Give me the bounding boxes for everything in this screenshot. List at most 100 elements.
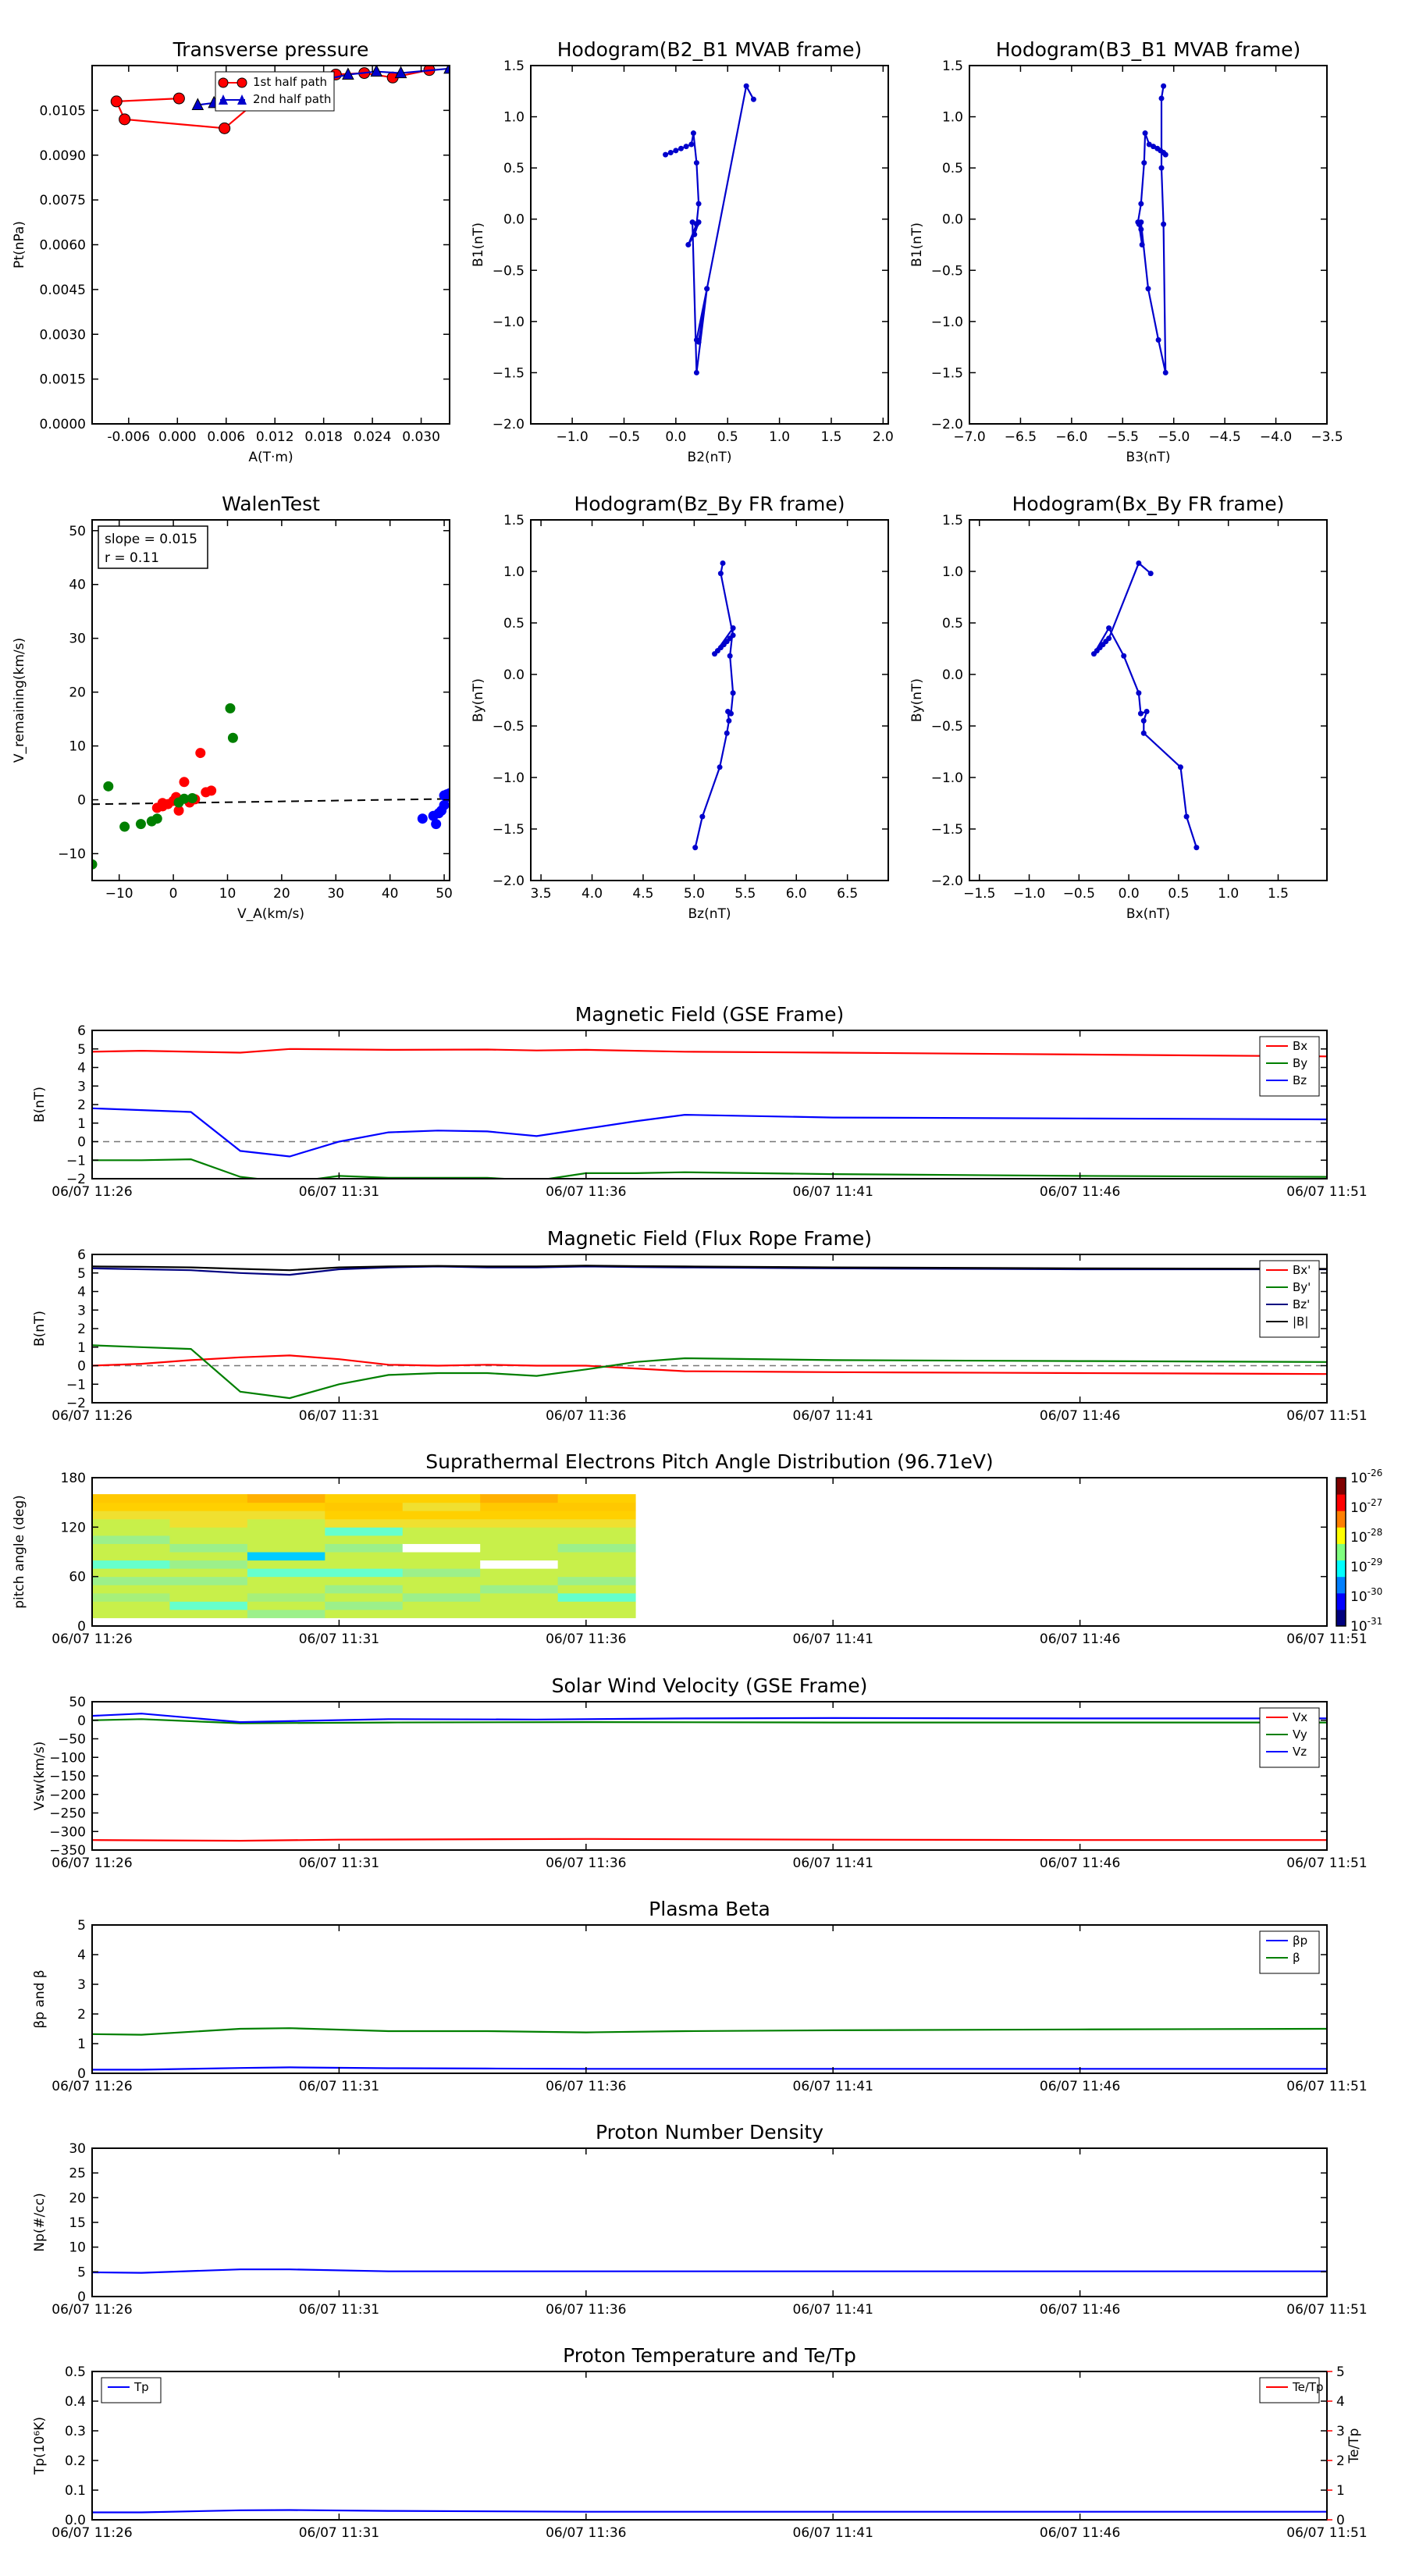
x-tick-label: 06/07 11:51	[1286, 2079, 1367, 2094]
series-bz	[92, 1107, 1327, 1158]
y-tick-label: −1	[66, 1377, 86, 1393]
data-point	[663, 151, 669, 158]
x-axis-label: Bx(nT)	[1126, 906, 1170, 922]
y-tick-label: 0.0090	[40, 148, 86, 164]
data-point	[1161, 83, 1167, 89]
chart-hodogram-b2-b1: Hodogram(B2_B1 MVAB frame) −2.0 −1.5 −1.0 −0…	[471, 38, 894, 465]
y-tick-label: 1.0	[942, 110, 963, 126]
data-point	[119, 821, 130, 832]
heatmap-cell	[92, 1527, 170, 1536]
y-axis-label: pitch angle (deg)	[12, 1495, 27, 1609]
y-tick-label: −50	[58, 1732, 86, 1748]
data-point	[219, 122, 231, 134]
heatmap-cell	[402, 1568, 481, 1578]
heatmap-cell	[325, 1576, 404, 1585]
y-axis-label: By(nT)	[471, 678, 486, 722]
y-tick-label: 5	[77, 1266, 86, 1282]
right-tick-label: 0	[1336, 2513, 1345, 2528]
series--p	[92, 2066, 1327, 2071]
data-point	[743, 83, 749, 89]
legend-label: Vx	[1293, 1710, 1307, 1724]
chart-density: Proton Number Density05101520253006/07 1…	[32, 2121, 1368, 2318]
y-axis-label: Vsw(km/s)	[32, 1742, 48, 1811]
heatmap-cell	[325, 1510, 404, 1520]
data-point	[225, 703, 236, 713]
data-point	[1136, 560, 1142, 566]
x-tick-label: 3.5	[531, 886, 552, 902]
data-point	[431, 819, 442, 830]
chart-title: Hodogram(B3_B1 MVAB frame)	[996, 38, 1301, 61]
y-tick-label: 0.0	[942, 212, 963, 228]
y-tick-label: 0.5	[942, 616, 963, 632]
plot-frame	[91, 1254, 1328, 1404]
data-point	[1137, 710, 1144, 717]
y-tick-label: 0.3	[65, 2424, 86, 2439]
heatmap-cell	[92, 1585, 170, 1594]
y-tick-label: 30	[69, 2141, 86, 2157]
data-point	[692, 231, 698, 237]
x-tick-label: 06/07 11:41	[793, 1631, 873, 1647]
chart-pad: 10-2610-2710-2810-2910-3010-31Supratherm…	[12, 1450, 1382, 1647]
y-tick-label: 0	[77, 1135, 86, 1151]
y-tick-label: −2.0	[931, 873, 963, 889]
data-point	[1138, 226, 1144, 233]
y-axis-label: V_remaining(km/s)	[12, 638, 27, 763]
y-tick-label: 1.5	[503, 513, 525, 528]
y-tick-label: 0.0105	[40, 103, 86, 119]
y-tick-label: 3	[77, 1079, 86, 1094]
x-tick-label: −3.5	[1311, 429, 1343, 445]
heatmap-cell	[92, 1601, 170, 1610]
x-tick-label: 06/07 11:31	[299, 2302, 379, 2318]
data-point	[695, 219, 702, 226]
data-point	[678, 145, 684, 151]
data-point	[717, 764, 723, 770]
heatmap-cell	[169, 1494, 248, 1503]
heatmap-cell	[325, 1527, 404, 1536]
y-tick-label: −0.5	[493, 719, 525, 735]
colorbar-segment	[1336, 1592, 1346, 1610]
plot-frame	[530, 519, 889, 881]
series-0	[92, 2268, 1327, 2274]
x-axis-label: V_A(km/s)	[237, 906, 304, 922]
data-point	[179, 777, 190, 788]
x-tick-label: 50	[436, 886, 453, 902]
heatmap-cell	[557, 1527, 636, 1536]
x-tick-label: 06/07 11:26	[52, 2525, 132, 2541]
data-point	[750, 96, 756, 102]
y-tick-label: 0.5	[503, 616, 525, 632]
data-point	[695, 339, 702, 345]
y-tick-label: −1.5	[493, 365, 525, 381]
y-tick-label: 0.0015	[40, 372, 86, 388]
y-tick-label: 120	[61, 1520, 86, 1535]
series-line	[665, 83, 755, 373]
heatmap-cell	[480, 1592, 559, 1602]
y-tick-label: 2	[77, 1322, 86, 1337]
series-line	[92, 1838, 1327, 1842]
data-point	[1146, 141, 1152, 148]
data-point	[704, 286, 710, 292]
heatmap-cell	[325, 1585, 404, 1594]
heatmap-cell	[325, 1552, 404, 1561]
data-point	[720, 560, 726, 566]
series-line	[92, 2027, 1327, 2036]
series-line	[92, 1713, 1327, 1724]
chart-sw-vel: Solar Wind Velocity (GSE Frame)−350−300−…	[32, 1674, 1368, 1871]
y-tick-label: 0.5	[503, 161, 525, 176]
heatmap-cell	[247, 1560, 325, 1569]
data-point	[119, 113, 131, 126]
x-tick-label: -0.006	[107, 429, 150, 445]
heatmap-cell	[325, 1592, 404, 1602]
plot-frame	[91, 2371, 1328, 2521]
heatmap-cell	[557, 1592, 636, 1602]
x-tick-label: 06/07 11:26	[52, 2079, 132, 2094]
heatmap-cell	[402, 1560, 481, 1569]
x-tick-label: 0	[169, 886, 178, 902]
legend-label: 1st half path	[253, 75, 327, 89]
chart-title: Proton Number Density	[596, 2121, 823, 2144]
colorbar-tick-label: 10-26	[1350, 1468, 1382, 1486]
heatmap-cell	[480, 1543, 559, 1553]
y-tick-label: 20	[69, 685, 86, 701]
y-tick-label: −2.0	[493, 873, 525, 889]
y-axis-label: βp and β	[32, 1969, 48, 2028]
heatmap-cell	[557, 1568, 636, 1578]
